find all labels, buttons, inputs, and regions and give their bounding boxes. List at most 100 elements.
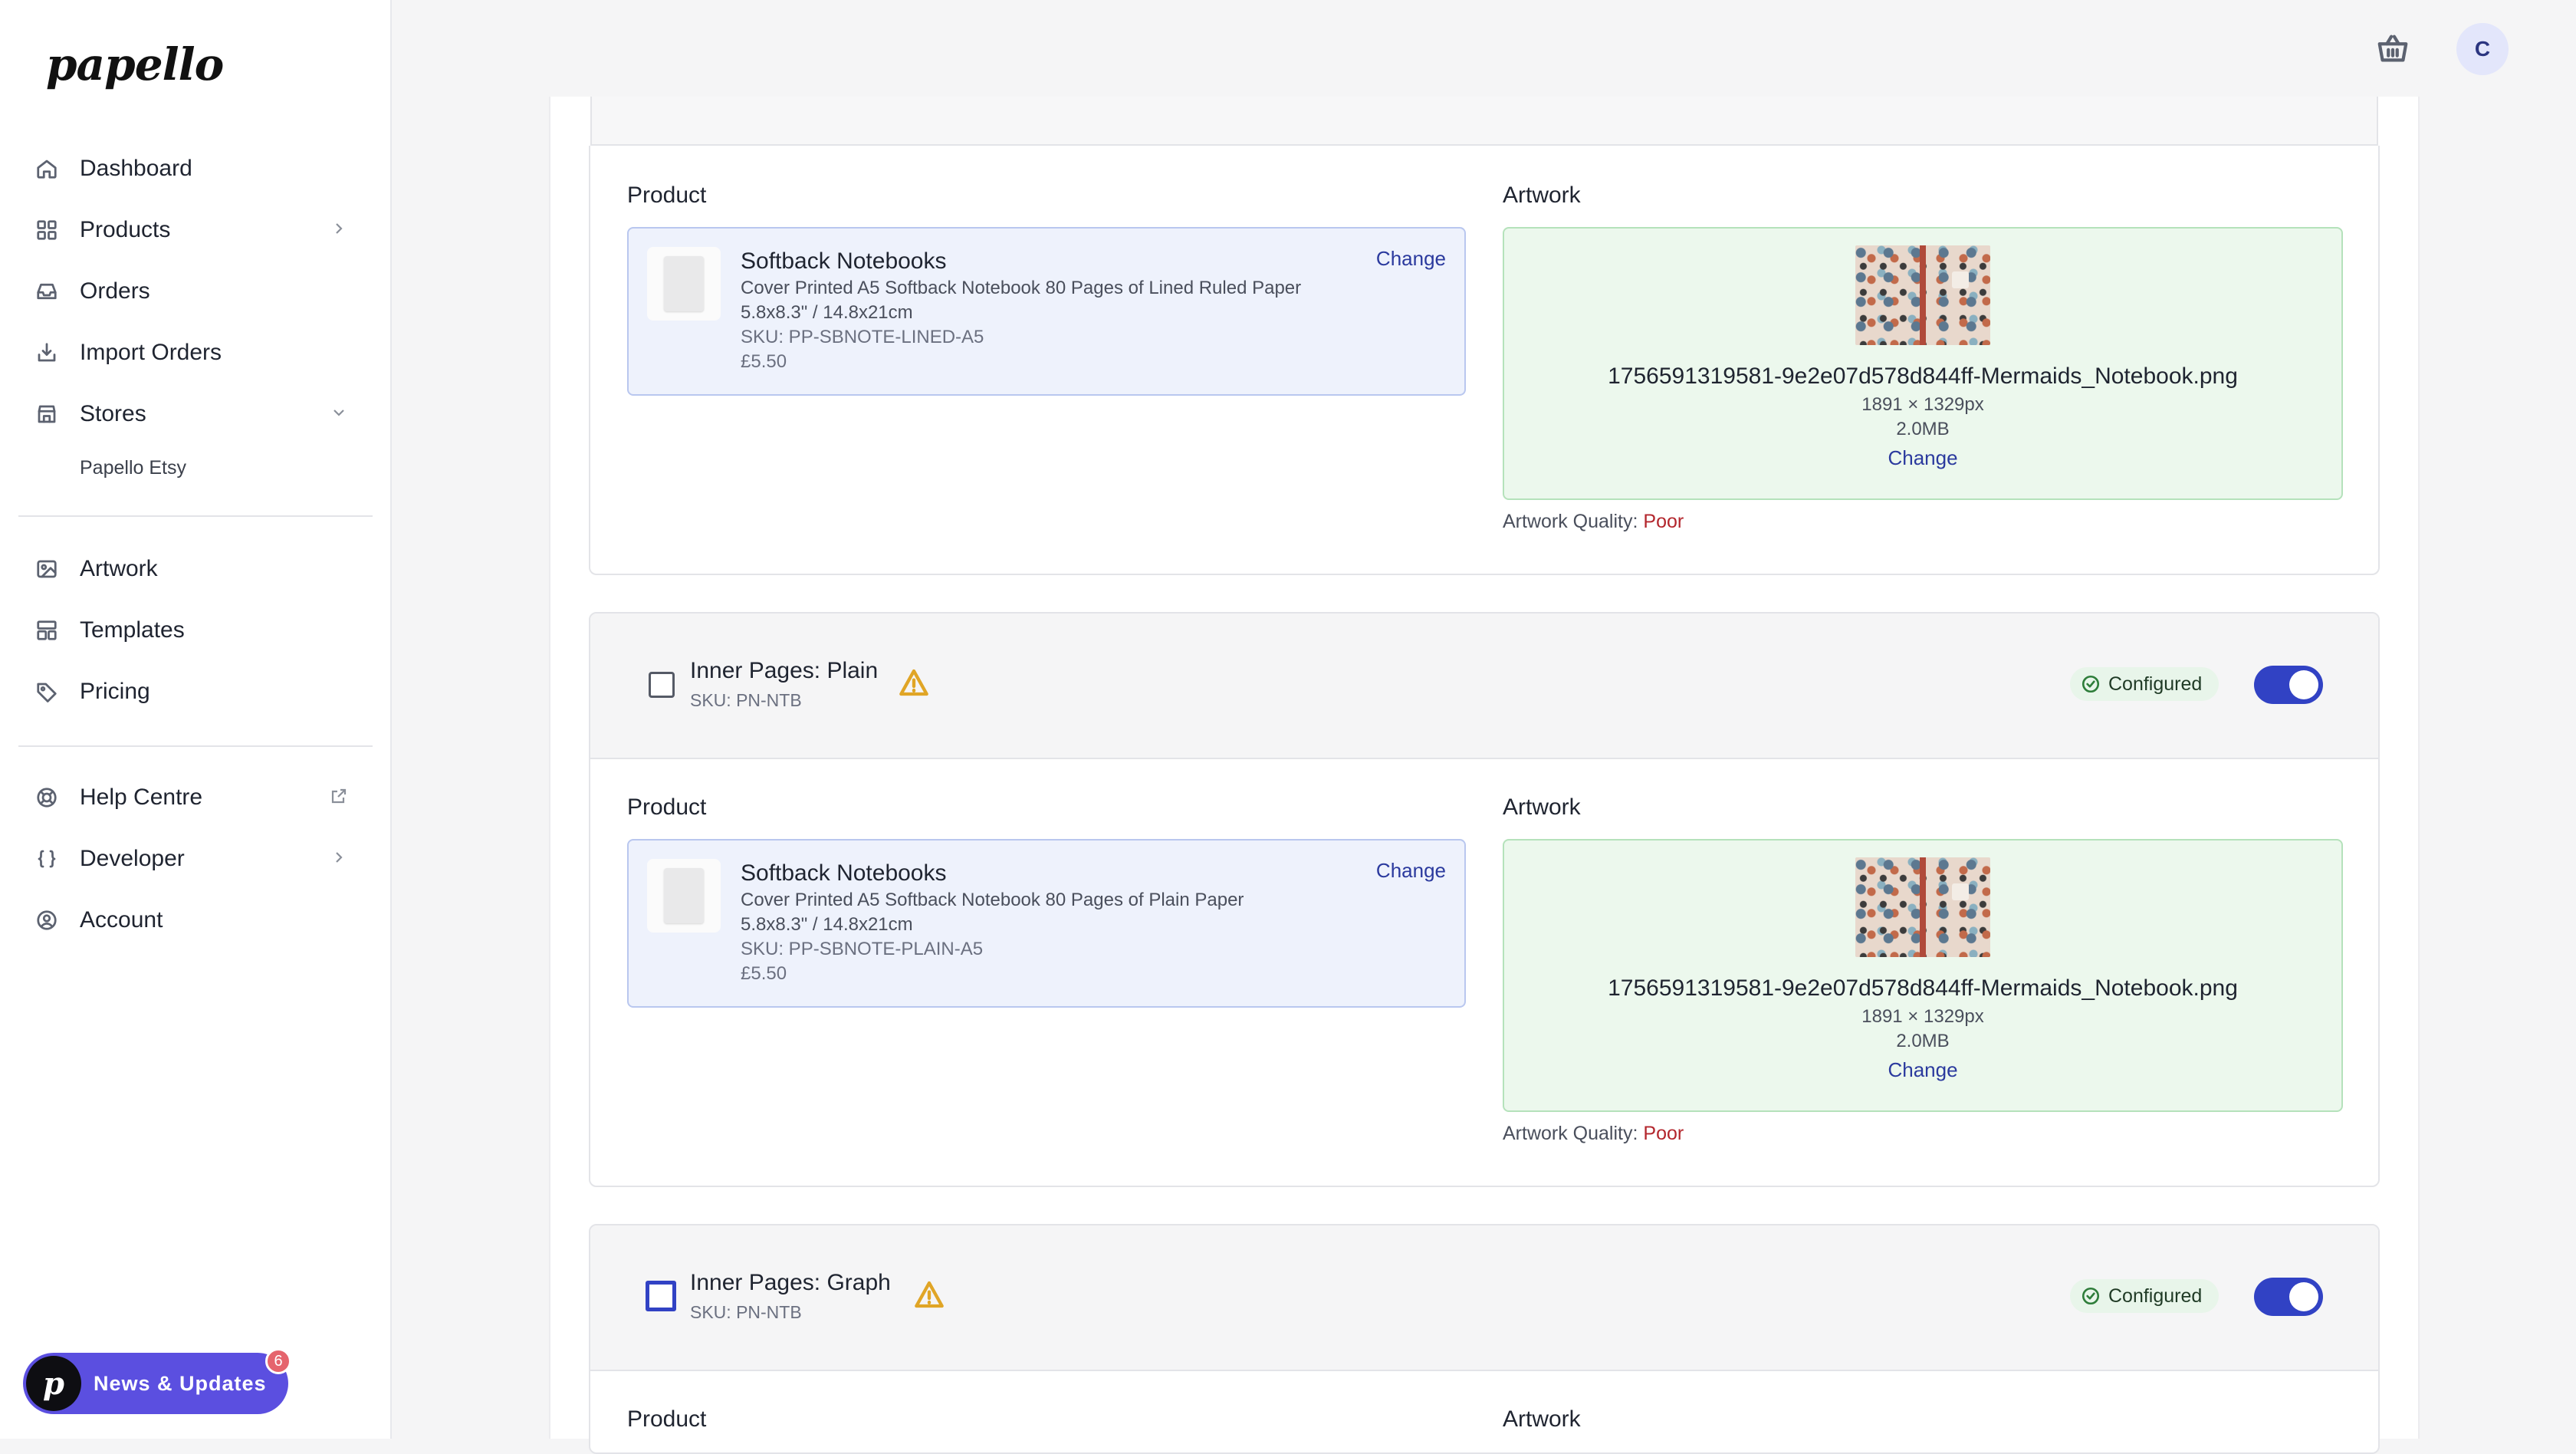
product-summary: Softback Notebooks Cover Printed A5 Soft… xyxy=(627,227,1466,396)
warning-icon[interactable] xyxy=(899,667,929,698)
variant-enable-toggle[interactable] xyxy=(2254,1278,2323,1316)
variant-card-lined: Product Artwork Softback Notebooks Cover… xyxy=(589,146,2380,575)
chevron-right-icon xyxy=(330,848,348,867)
artwork-dimensions: 1891 × 1329px xyxy=(1861,1006,1984,1027)
product-sku: SKU: PP-SBNOTE-PLAIN-A5 xyxy=(741,939,984,959)
sidebar-item-artwork[interactable]: Artwork xyxy=(34,546,356,592)
notebook-thumbnail xyxy=(647,247,721,321)
chevron-right-icon xyxy=(330,219,348,238)
sidebar-subitem-papello-etsy[interactable]: Papello Etsy xyxy=(80,457,186,479)
artwork-thumbnail xyxy=(1855,245,1990,345)
sidebar-item-label: Products xyxy=(80,217,171,242)
change-product-link[interactable]: Change xyxy=(1376,247,1446,271)
grid-icon xyxy=(34,217,60,243)
artwork-filesize: 2.0MB xyxy=(1896,1031,1950,1051)
papello-logo[interactable]: papello xyxy=(46,38,224,90)
home-icon xyxy=(34,156,60,182)
artwork-quality-label: Artwork Quality: xyxy=(1503,511,1638,532)
sidebar-item-label: Help Centre xyxy=(80,785,203,810)
artwork-quality-value: Poor xyxy=(1643,1123,1684,1144)
sidebar-item-label: Artwork xyxy=(80,556,158,581)
check-circle-icon xyxy=(2082,1287,2100,1305)
template-icon xyxy=(34,617,60,643)
notification-badge: 6 xyxy=(265,1348,291,1374)
sidebar-item-label: Pricing xyxy=(80,679,150,704)
status-badge-label: Configured xyxy=(2108,673,2203,695)
change-product-link[interactable]: Change xyxy=(1376,859,1446,883)
status-badge: Configured xyxy=(2070,1279,2220,1313)
artwork-dimensions: 1891 × 1329px xyxy=(1861,394,1984,415)
external-link-icon xyxy=(330,787,348,805)
sidebar-item-label: Developer xyxy=(80,846,185,871)
news-updates-button[interactable]: p News & Updates xyxy=(23,1353,288,1414)
image-icon xyxy=(34,556,60,582)
artwork-section-label: Artwork xyxy=(1503,794,1581,820)
status-badge: Configured xyxy=(2070,667,2220,701)
chevron-down-icon xyxy=(330,403,348,422)
sidebar-item-import-orders[interactable]: Import Orders xyxy=(34,330,356,376)
sidebar-item-label: Orders xyxy=(80,278,150,304)
variant-checkbox[interactable] xyxy=(649,672,675,698)
product-description: Cover Printed A5 Softback Notebook 80 Pa… xyxy=(741,278,1302,298)
variant-enable-toggle[interactable] xyxy=(2254,666,2323,704)
artwork-quality-label: Artwork Quality: xyxy=(1503,1123,1638,1144)
lifebuoy-icon xyxy=(34,785,60,811)
artwork-filesize: 2.0MB xyxy=(1896,419,1950,439)
divider xyxy=(18,745,373,747)
artwork-filename: 1756591319581-9e2e07d578d844ff-Mermaids_… xyxy=(1608,975,2238,1001)
product-section-label: Product xyxy=(627,183,707,208)
sidebar-item-label: Account xyxy=(80,907,163,933)
artwork-quality: Artwork Quality: Poor xyxy=(1503,511,1684,533)
basket-icon[interactable] xyxy=(2375,31,2410,66)
papello-mark-icon: p xyxy=(26,1356,81,1411)
variant-title: Inner Pages: Plain xyxy=(690,658,879,683)
sidebar-item-label: Stores xyxy=(80,401,146,426)
tag-icon xyxy=(34,679,60,705)
sidebar-item-account[interactable]: Account xyxy=(34,897,356,943)
sidebar-item-stores[interactable]: Stores xyxy=(34,391,356,437)
artwork-section-label: Artwork xyxy=(1503,1406,1581,1432)
sidebar-item-pricing[interactable]: Pricing xyxy=(34,669,356,715)
product-section-label: Product xyxy=(627,794,707,820)
variant-header: Inner Pages: Plain SKU: PN-NTB Configure… xyxy=(590,614,2378,759)
variant-sku: SKU: PN-NTB xyxy=(690,690,802,710)
product-size: 5.8x8.3" / 14.8x21cm xyxy=(741,914,913,935)
product-description: Cover Printed A5 Softback Notebook 80 Pa… xyxy=(741,890,1244,910)
sidebar-item-templates[interactable]: Templates xyxy=(34,607,356,653)
artwork-summary: 1756591319581-9e2e07d578d844ff-Mermaids_… xyxy=(1503,839,2343,1112)
product-section-label: Product xyxy=(627,1406,707,1432)
artwork-section-label: Artwork xyxy=(1503,183,1581,208)
avatar[interactable]: C xyxy=(2456,23,2509,75)
warning-icon[interactable] xyxy=(914,1279,945,1310)
change-artwork-link[interactable]: Change xyxy=(1504,446,2341,470)
product-size: 5.8x8.3" / 14.8x21cm xyxy=(741,302,913,323)
artwork-thumbnail xyxy=(1855,857,1990,957)
sidebar-item-label: Templates xyxy=(80,617,185,643)
artwork-summary: 1756591319581-9e2e07d578d844ff-Mermaids_… xyxy=(1503,227,2343,500)
braces-icon xyxy=(34,846,60,872)
change-artwork-link[interactable]: Change xyxy=(1504,1058,2341,1082)
product-name: Softback Notebooks xyxy=(741,248,947,274)
sidebar-item-orders[interactable]: Orders xyxy=(34,268,356,314)
import-icon xyxy=(34,340,60,366)
product-name: Softback Notebooks xyxy=(741,860,947,886)
sidebar-item-label: Dashboard xyxy=(80,156,192,181)
notebook-thumbnail xyxy=(647,859,721,933)
divider xyxy=(18,515,373,517)
inbox-icon xyxy=(34,278,60,304)
product-summary: Softback Notebooks Cover Printed A5 Soft… xyxy=(627,839,1466,1008)
previous-card-header xyxy=(590,97,2378,146)
artwork-quality: Artwork Quality: Poor xyxy=(1503,1123,1684,1145)
news-updates-label: News & Updates xyxy=(94,1371,267,1395)
sidebar-item-products[interactable]: Products xyxy=(34,207,356,253)
artwork-filename: 1756591319581-9e2e07d578d844ff-Mermaids_… xyxy=(1608,364,2238,389)
sidebar: papello Dashboard Products Orders Import… xyxy=(0,0,392,1439)
artwork-quality-value: Poor xyxy=(1643,511,1684,532)
variant-card-plain: Inner Pages: Plain SKU: PN-NTB Configure… xyxy=(589,612,2380,1187)
variant-checkbox[interactable] xyxy=(646,1281,676,1311)
sidebar-item-developer[interactable]: Developer xyxy=(34,836,356,882)
sidebar-item-dashboard[interactable]: Dashboard xyxy=(34,146,356,192)
check-circle-icon xyxy=(2082,675,2100,693)
sidebar-item-help-centre[interactable]: Help Centre xyxy=(34,775,356,821)
status-badge-label: Configured xyxy=(2108,1285,2203,1307)
